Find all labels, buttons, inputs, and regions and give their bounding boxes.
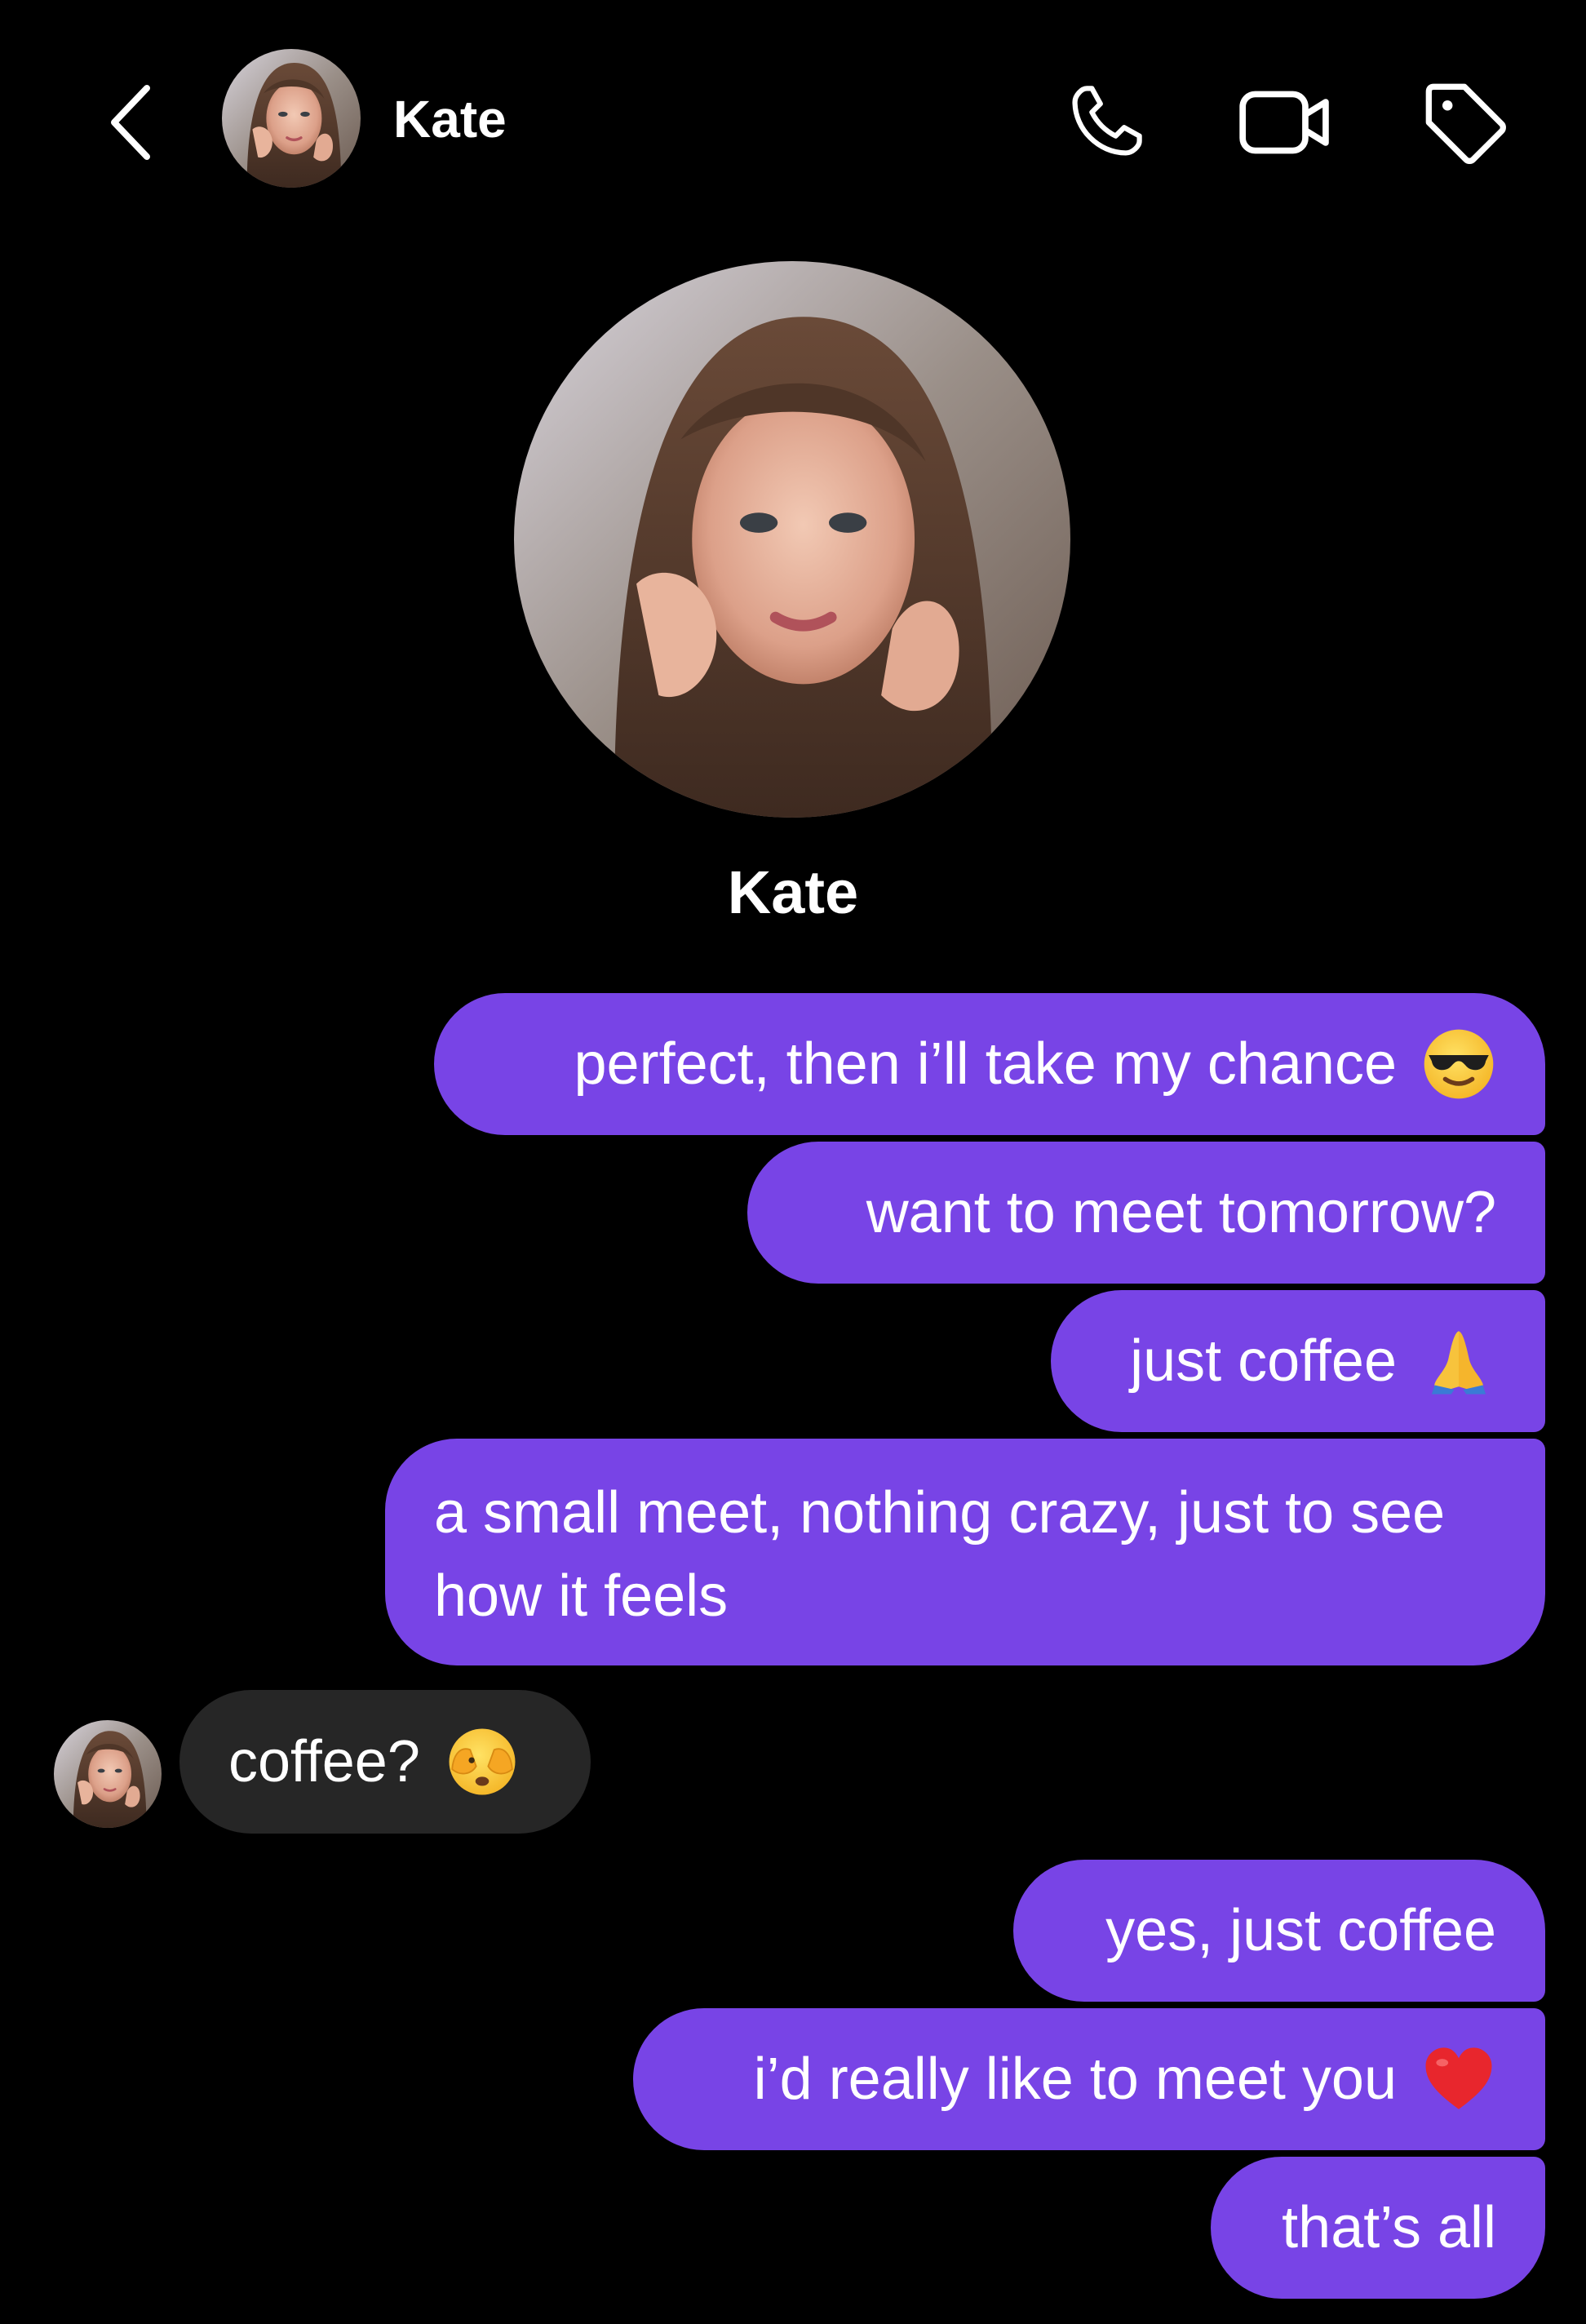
- folded-hands-icon: [1421, 1324, 1496, 1399]
- message-bubble-incoming[interactable]: coffee?: [179, 1690, 591, 1834]
- contact-avatar[interactable]: [222, 49, 361, 188]
- message-bubble-outgoing[interactable]: i’d really like to meet you: [633, 2008, 1545, 2150]
- message-bubble-outgoing[interactable]: perfect, then i’ll take my chance: [434, 993, 1545, 1135]
- message-text: want to meet tomorrow?: [866, 1180, 1496, 1245]
- video-call-button[interactable]: [1236, 78, 1334, 167]
- tag-button[interactable]: [1415, 78, 1513, 167]
- voice-call-button[interactable]: [1057, 78, 1154, 167]
- profile-name: Kate: [727, 858, 859, 926]
- message-bubble-outgoing[interactable]: want to meet tomorrow?: [747, 1142, 1545, 1284]
- message-text: perfect, then i’ll take my chance: [574, 1031, 1398, 1097]
- message-bubble-outgoing[interactable]: that’s all: [1211, 2157, 1545, 2299]
- message-text: i’d really like to meet you: [753, 2047, 1397, 2112]
- message-bubble-outgoing[interactable]: yes, just coffee: [1013, 1860, 1545, 2002]
- tag-icon: [1425, 83, 1506, 164]
- chevron-left-icon: [111, 85, 150, 160]
- contact-avatar-small[interactable]: [54, 1720, 162, 1828]
- chat-header: Kate: [0, 0, 1586, 237]
- message-text: yes, just coffee: [1105, 1898, 1496, 1963]
- message-text: a small meet, nothing crazy, just to see…: [434, 1480, 1446, 1629]
- profile-photo[interactable]: [514, 261, 1070, 818]
- message-text: that’s all: [1282, 2195, 1496, 2260]
- message-bubble-outgoing[interactable]: just coffee: [1051, 1290, 1545, 1432]
- back-button[interactable]: [98, 78, 163, 167]
- peeking-face-icon: [445, 1724, 520, 1799]
- contact-name[interactable]: Kate: [393, 88, 507, 150]
- message-bubble-outgoing[interactable]: a small meet, nothing crazy, just to see…: [385, 1439, 1545, 1665]
- message-text: coffee?: [228, 1729, 420, 1794]
- video-camera-icon: [1239, 91, 1329, 154]
- sunglasses-face-icon: [1421, 1027, 1496, 1102]
- phone-icon: [1072, 86, 1142, 156]
- red-heart-icon: [1421, 2042, 1496, 2117]
- message-text: just coffee: [1130, 1328, 1397, 1394]
